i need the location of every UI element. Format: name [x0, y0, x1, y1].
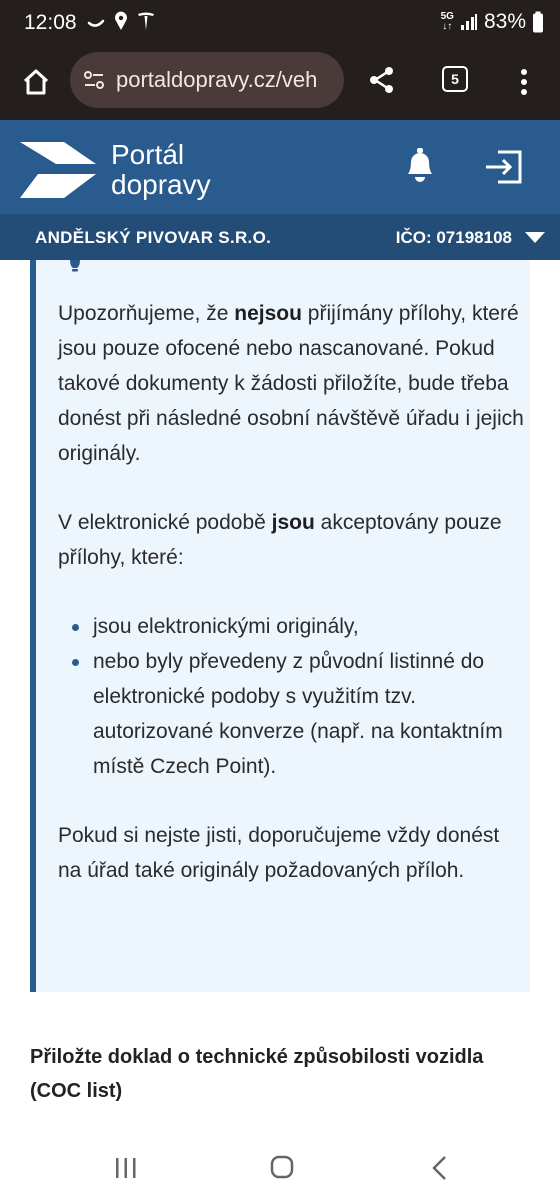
home-nav-icon[interactable] — [270, 1155, 294, 1179]
notice-paragraph-3: Pokud si nejste jisti, doporučujeme vždy… — [58, 824, 500, 882]
logout-button[interactable] — [482, 148, 524, 191]
browser-toolbar: portaldopravy.cz/veh 5 — [0, 48, 560, 120]
battery-icon — [533, 11, 543, 33]
site-header: Portál dopravy — [0, 120, 560, 214]
back-icon[interactable] — [430, 1155, 448, 1181]
company-name: ANDĚLSKÝ PIVOVAR S.R.O. — [35, 228, 272, 247]
logo-text[interactable]: Portál dopravy — [111, 140, 211, 200]
network-type: 5G ↓↑ — [440, 11, 454, 32]
url-text: portaldopravy.cz/veh — [116, 67, 318, 92]
logo-icon — [20, 142, 96, 198]
browser-menu-button[interactable] — [512, 62, 536, 102]
share-button[interactable] — [362, 60, 402, 100]
recent-apps-icon[interactable] — [114, 1156, 138, 1180]
list-item: nebo byly převedeny z původní listinné d… — [58, 644, 528, 784]
site-settings-icon[interactable] — [82, 68, 106, 92]
home-icon — [23, 69, 49, 95]
notice-paragraph-1: Upozorňujeme, že nejsou přijímány příloh… — [58, 302, 524, 465]
tesla-icon — [138, 12, 154, 30]
lightbulb-icon — [70, 260, 80, 272]
call-icon — [87, 19, 105, 27]
chevron-down-icon — [525, 232, 545, 243]
exit-icon — [486, 150, 522, 184]
battery-percent: 83% — [483, 10, 526, 33]
browser-home-button[interactable] — [16, 62, 56, 102]
notice-box: Upozorňujeme, že nejsou přijímány příloh… — [30, 260, 530, 992]
share-icon — [370, 67, 393, 93]
company-ico: IČO: 07198108 — [395, 228, 512, 247]
system-navigation-bar — [0, 1140, 560, 1200]
notice-paragraph-2: V elektronické podobě jsou akceptovány p… — [58, 511, 502, 569]
notice-text: Upozorňujeme, že nejsou přijímány příloh… — [58, 296, 528, 922]
bell-icon — [408, 148, 432, 182]
tab-switcher-button[interactable]: 5 — [442, 66, 468, 92]
location-icon — [115, 11, 127, 30]
address-bar[interactable]: portaldopravy.cz/veh — [70, 52, 344, 108]
status-time: 12:08 — [24, 11, 77, 34]
portal-logo[interactable] — [20, 142, 98, 203]
notifications-button[interactable] — [402, 146, 438, 189]
company-selector[interactable]: ANDĚLSKÝ PIVOVAR S.R.O. IČO: 07198108 — [0, 214, 560, 260]
section-title: Přiložte doklad o technické způsobilosti… — [30, 1046, 484, 1102]
notice-list: jsou elektronickými originály, nebo byly… — [58, 609, 528, 784]
more-vertical-icon — [521, 69, 527, 95]
signal-icon — [460, 14, 477, 30]
list-item: jsou elektronickými originály, — [58, 609, 528, 644]
status-bar: 12:08 5G ↓↑ 83% — [0, 0, 560, 48]
